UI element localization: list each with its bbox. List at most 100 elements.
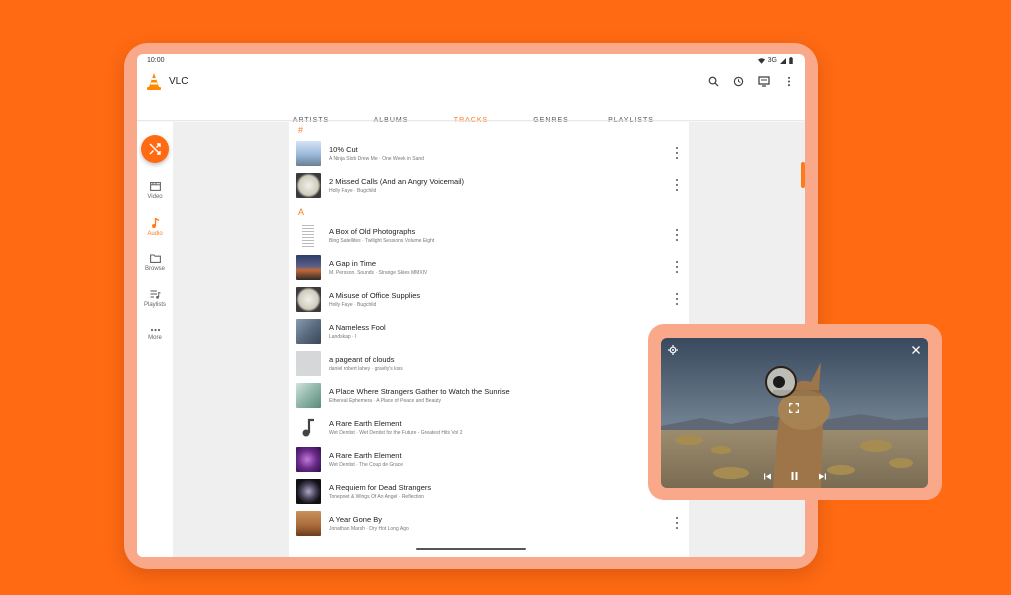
more-horiz-icon (150, 328, 160, 332)
track-subtitle: A Ninja Slob Drew Me · One Week in Sand (329, 156, 424, 162)
app-title: VLC (169, 76, 189, 87)
nav-label-video: Video (147, 194, 163, 200)
track-row[interactable]: A Rare Earth Element Wet Dentist · The C… (289, 444, 689, 476)
section-header: A (298, 207, 305, 217)
album-art (296, 173, 321, 198)
track-row[interactable]: A Year Gone By Jonathan Marsh · Dry Hot … (289, 508, 689, 540)
shuffle-icon (149, 143, 161, 155)
album-art (296, 287, 321, 312)
app-bar-actions (707, 75, 795, 88)
track-title: A Place Where Strangers Gather to Watch … (329, 387, 510, 396)
history-icon[interactable] (732, 75, 745, 88)
close-icon[interactable] (910, 344, 922, 356)
album-art (296, 141, 321, 166)
track-more-icon[interactable] (672, 147, 682, 159)
album-art (296, 511, 321, 536)
track-title: A Gap in Time (329, 259, 377, 268)
track-title: A Nameless Fool (329, 323, 386, 332)
track-subtitle: Jonathan Marsh · Dry Hot Long Ago (329, 526, 409, 532)
album-art (296, 479, 321, 504)
track-more-icon[interactable] (672, 517, 682, 529)
fast-scroller[interactable] (801, 162, 805, 188)
status-time: 10:00 (147, 57, 165, 64)
track-subtitle: Holly Faye · Bugchild (329, 188, 377, 194)
track-title: A Misuse of Office Supplies (329, 291, 421, 300)
track-row[interactable]: a pageant of clouds daniel robert lahey … (289, 348, 689, 380)
nav-label-playlists: Playlists (143, 302, 166, 308)
album-art (296, 351, 321, 376)
pause-icon[interactable] (788, 470, 800, 482)
track-title: A Box of Old Photographs (329, 227, 416, 236)
track-row[interactable]: A Gap in Time M. Persson. Sounds · Stran… (289, 252, 689, 284)
settings-icon[interactable] (667, 344, 679, 356)
vlc-logo-icon (147, 73, 161, 90)
nav-item-more[interactable]: More (137, 328, 173, 341)
battery-icon (789, 57, 793, 64)
track-subtitle: Tonepoet & Wings Of An Angel · Reflectio… (329, 494, 425, 500)
track-row[interactable]: A Misuse of Office Supplies Holly Faye ·… (289, 284, 689, 316)
nav-label-browse: Browse (144, 266, 165, 272)
status-bar: 10:00 3G (137, 54, 805, 68)
more-vert-icon[interactable] (782, 75, 795, 88)
track-row[interactable]: 2 Missed Calls (And an Angry Voicemail) … (289, 170, 689, 202)
nav-item-video[interactable]: Video (137, 182, 173, 200)
track-row[interactable]: A Rare Earth Element Wet Dentist · Wet D… (289, 412, 689, 444)
search-icon[interactable] (707, 75, 720, 88)
status-icons: 3G (757, 57, 793, 64)
track-subtitle: Wet Dentist · The Coup de Grace (329, 462, 404, 468)
album-art (296, 447, 321, 472)
track-row[interactable]: 10% Cut A Ninja Slob Drew Me · One Week … (289, 138, 689, 170)
next-icon[interactable] (816, 470, 828, 482)
track-row[interactable]: A Box of Old Photographs Bing Satellites… (289, 220, 689, 252)
video-icon (149, 182, 161, 191)
nav-item-playlists[interactable]: Playlists (137, 290, 173, 308)
track-subtitle: M. Persson. Sounds · Strange Skies MMXIV (329, 270, 428, 276)
gesture-bar[interactable] (416, 548, 526, 550)
track-subtitle: Wet Dentist · Wet Dentist for the Future… (329, 430, 463, 436)
track-subtitle: daniel robert lahey · gravity's kiss (329, 366, 403, 372)
renderer-icon[interactable] (757, 75, 770, 88)
track-more-icon[interactable] (672, 293, 682, 305)
track-subtitle: Holly Faye · Bugchild (329, 302, 377, 308)
track-row[interactable]: A Nameless Fool Landskap · I (289, 316, 689, 348)
album-art (296, 255, 321, 280)
fullscreen-icon[interactable] (788, 402, 800, 414)
folder-icon (149, 254, 161, 263)
nav-item-audio[interactable]: Audio (137, 218, 173, 237)
nav-item-browse[interactable]: Browse (137, 254, 173, 272)
music-note-icon (296, 415, 321, 440)
track-title: 10% Cut (329, 145, 358, 154)
wifi-icon (757, 57, 765, 64)
track-subtitle: Bing Satellites · Twilight Sessions Volu… (329, 238, 435, 244)
music-note-icon (151, 218, 159, 228)
app-bar: VLC ARTISTS ALBUMS TRACKS GENRE (137, 68, 805, 134)
nav-label-audio: Audio (147, 231, 163, 237)
album-art (302, 223, 314, 248)
pip-video-player[interactable] (661, 338, 928, 488)
section-header: # (298, 125, 304, 135)
track-title: a pageant of clouds (329, 355, 395, 364)
playlist-icon (150, 290, 161, 299)
content-margin-left (173, 122, 289, 557)
previous-icon[interactable] (761, 470, 773, 482)
track-row[interactable]: A Requiem for Dead Strangers Tonepoet & … (289, 476, 689, 508)
network-type: 3G (767, 57, 777, 64)
signal-icon (780, 57, 786, 64)
nav-label-more: More (148, 335, 162, 341)
track-more-icon[interactable] (672, 229, 682, 241)
tracks-list: # 10% Cut A Ninja Slob Drew Me · One Wee… (289, 122, 689, 557)
track-title: 2 Missed Calls (And an Angry Voicemail) (329, 177, 465, 186)
album-art (296, 319, 321, 344)
track-subtitle: Ethereal Ephemera · A Place of Peace and… (329, 398, 442, 404)
pip-frame (648, 324, 942, 500)
track-title: A Rare Earth Element (329, 419, 402, 428)
track-subtitle: Landskap · I (329, 334, 357, 340)
navigation-rail: Video Audio Browse Playlists More (137, 122, 173, 557)
shuffle-button[interactable] (141, 135, 169, 163)
track-row[interactable]: A Place Where Strangers Gather to Watch … (289, 380, 689, 412)
track-more-icon[interactable] (672, 179, 682, 191)
album-art (296, 383, 321, 408)
track-more-icon[interactable] (672, 261, 682, 273)
track-title: A Requiem for Dead Strangers (329, 483, 432, 492)
track-title: A Rare Earth Element (329, 451, 402, 460)
